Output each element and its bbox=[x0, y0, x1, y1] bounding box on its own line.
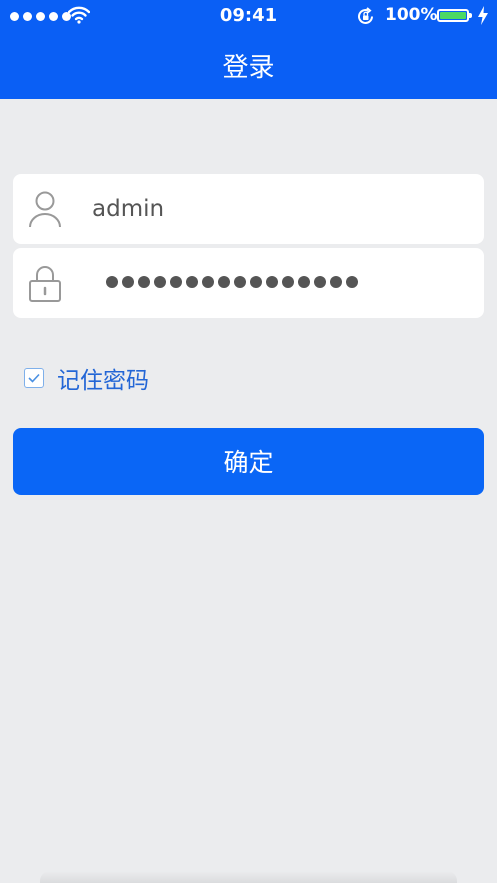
lock-icon bbox=[29, 266, 61, 302]
user-icon bbox=[29, 191, 61, 228]
password-mask-dot bbox=[266, 276, 278, 288]
password-mask-dot bbox=[202, 276, 214, 288]
checkmark-icon bbox=[28, 373, 40, 383]
app-header: 09:41 100% 登录 bbox=[0, 0, 497, 99]
password-mask-dot bbox=[330, 276, 342, 288]
password-mask-dot bbox=[250, 276, 262, 288]
password-input[interactable] bbox=[106, 276, 358, 288]
remember-password-label: 记住密码 bbox=[57, 368, 149, 394]
home-indicator-shadow bbox=[40, 871, 457, 883]
password-field[interactable] bbox=[13, 248, 484, 318]
password-mask-dot bbox=[234, 276, 246, 288]
username-input[interactable] bbox=[92, 196, 462, 222]
battery-percentage: 100% bbox=[385, 5, 438, 25]
page-title: 登录 bbox=[222, 53, 275, 83]
remember-password-option[interactable]: 记住密码 bbox=[24, 361, 149, 395]
confirm-button[interactable]: 确定 bbox=[13, 428, 484, 495]
username-field[interactable] bbox=[13, 174, 484, 244]
rotation-lock-icon bbox=[358, 7, 373, 24]
password-mask-dot bbox=[122, 276, 134, 288]
password-mask-dot bbox=[218, 276, 230, 288]
password-mask-dot bbox=[314, 276, 326, 288]
password-mask-dot bbox=[170, 276, 182, 288]
bolt-icon bbox=[478, 6, 488, 25]
password-mask-dot bbox=[186, 276, 198, 288]
password-mask-dot bbox=[298, 276, 310, 288]
battery-icon bbox=[437, 9, 472, 22]
password-mask-dot bbox=[346, 276, 358, 288]
password-mask-dot bbox=[138, 276, 150, 288]
status-bar: 09:41 100% bbox=[0, 0, 497, 32]
password-mask-dot bbox=[106, 276, 118, 288]
password-mask-dot bbox=[154, 276, 166, 288]
password-mask-dot bbox=[282, 276, 294, 288]
remember-checkbox[interactable] bbox=[24, 368, 44, 388]
